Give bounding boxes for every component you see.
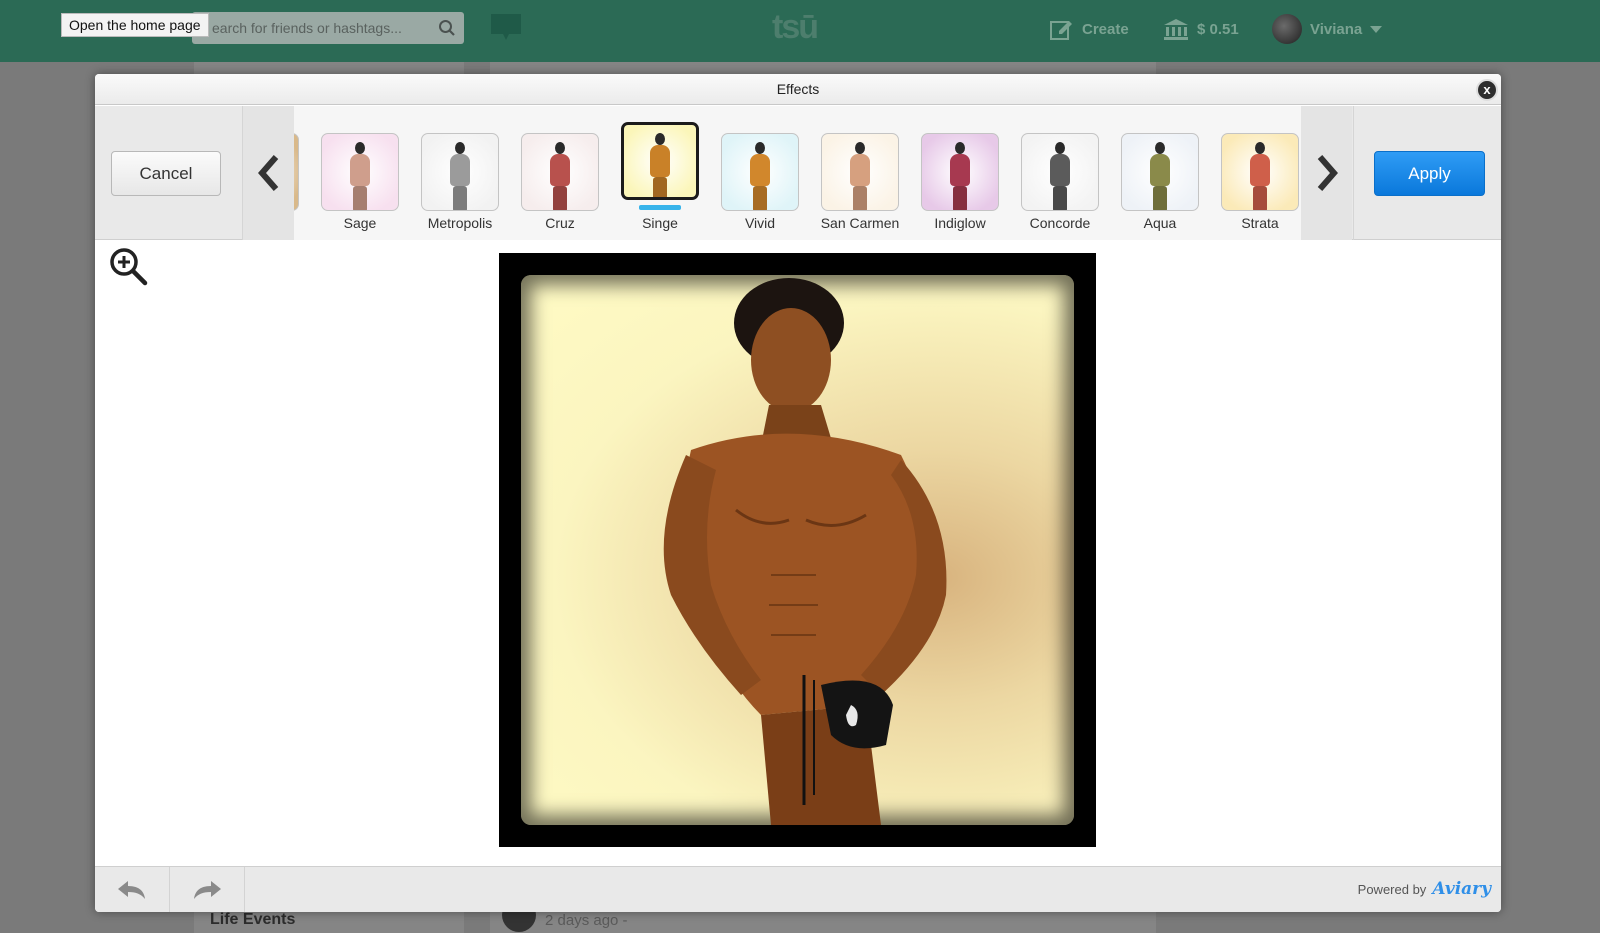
effect-preview-image [521,133,599,211]
effect-figure [1249,142,1271,210]
redo-icon [194,881,221,899]
search-icon[interactable] [438,19,456,37]
bank-icon [1164,19,1188,40]
effect-figure [649,133,671,197]
pencil-icon [1050,21,1072,40]
editor-footer: Powered by Aviary [95,866,1501,912]
effect-figure [449,142,471,210]
effect-thumbnail[interactable]: San Carmen [810,106,910,240]
effect-label: Metropolis [427,215,493,231]
effect-label: Indiglow [934,215,986,231]
create-link[interactable]: Create [1050,18,1129,40]
effect-thumbnail[interactable]: Indiglow [910,106,1010,240]
effect-label: Concorde [1029,215,1091,231]
undo-button[interactable] [95,867,170,912]
effect-figure [1049,142,1071,210]
effect-figure [949,142,971,210]
effect-thumbnail[interactable]: Sage [310,106,410,240]
effect-label: Vivid [744,215,776,231]
effect-label: Aqua [1143,215,1177,231]
effect-thumbnail[interactable]: Metropolis [410,106,510,240]
effects-editor-modal: Effects x Cancel walk Sage Metropolis Cruz S… [95,74,1501,912]
life-events-heading: Life Events [210,911,296,928]
effect-label: San Carmen [820,215,900,231]
effect-thumbnail[interactable]: Singe [610,106,710,240]
effect-preview-image [921,133,999,211]
effects-strip: walk Sage Metropolis Cruz Singe Vivid San Carm… [294,106,1301,240]
effects-toolbar: Cancel walk Sage Metropolis Cruz Singe Vivid S… [95,106,1501,240]
figure-illustration [663,278,947,825]
effect-label: walk [294,215,310,231]
avatar [1272,14,1302,44]
effect-thumbnail[interactable]: Vivid [710,106,810,240]
chevron-right-icon [1317,155,1338,191]
aviary-logo[interactable]: Aviary [1432,879,1491,899]
balance-amount: $ 0.51 [1197,20,1239,38]
effect-figure [349,142,371,210]
effect-label: Singe [642,215,678,231]
search-placeholder: earch for friends or hashtags... [212,20,402,36]
tsu-logo[interactable]: tsū [772,8,819,47]
messages-icon[interactable] [489,12,523,42]
balance-link[interactable]: $ 0.51 [1163,18,1239,40]
effect-thumbnail[interactable]: Concorde [1010,106,1110,240]
effect-preview-image [1221,133,1299,211]
photo-preview [499,253,1096,847]
chevron-down-icon [1370,25,1383,33]
modal-title: Effects [776,81,820,97]
user-name: Viviana [1310,20,1363,38]
effect-preview-image [321,133,399,211]
effect-figure [849,142,871,210]
effect-figure [1149,142,1171,210]
effects-list: walk Sage Metropolis Cruz Singe Vivid San Carm… [294,106,1301,240]
effect-thumbnail[interactable]: Aqua [1110,106,1210,240]
effect-label: Sage [343,215,377,231]
user-menu[interactable]: Viviana [1272,14,1383,44]
effect-thumbnail[interactable]: walk [294,106,310,240]
effect-preview-image [721,133,799,211]
undo-icon [118,881,145,899]
scroll-left-button[interactable] [243,106,294,240]
home-tooltip: Open the home page [61,13,209,37]
divider [1353,106,1354,240]
effect-preview-image [1121,133,1199,211]
create-label: Create [1082,20,1129,38]
cancel-button[interactable]: Cancel [111,151,221,196]
powered-by-label: Powered by [1357,882,1427,897]
effect-preview-image [294,133,299,211]
redo-button[interactable] [170,867,245,912]
close-button[interactable]: x [1476,79,1498,101]
top-nav-bar: earch for friends or hashtags... tsū Cre… [0,0,1600,62]
search-input[interactable]: earch for friends or hashtags... [192,12,464,44]
effect-preview-image [821,133,899,211]
effect-thumbnail[interactable]: Cruz [510,106,610,240]
active-effect-indicator [639,205,681,210]
effect-label: Strata [1241,215,1279,231]
zoom-in-icon[interactable] [108,246,148,286]
modal-header: Effects x [95,74,1501,105]
effect-figure [549,142,571,210]
effect-label: Cruz [545,215,575,231]
effect-preview-image [421,133,499,211]
effect-preview-image [1021,133,1099,211]
effect-thumbnail[interactable]: Strata [1210,106,1301,240]
post-timestamp: 2 days ago - [545,912,628,929]
effect-figure [749,142,771,210]
powered-by: Powered by Aviary [1358,879,1491,899]
scroll-right-button[interactable] [1301,106,1352,240]
apply-button[interactable]: Apply [1374,151,1485,196]
photo-image [521,275,1074,825]
effect-preview-image [621,122,699,200]
chevron-left-icon [257,155,278,191]
